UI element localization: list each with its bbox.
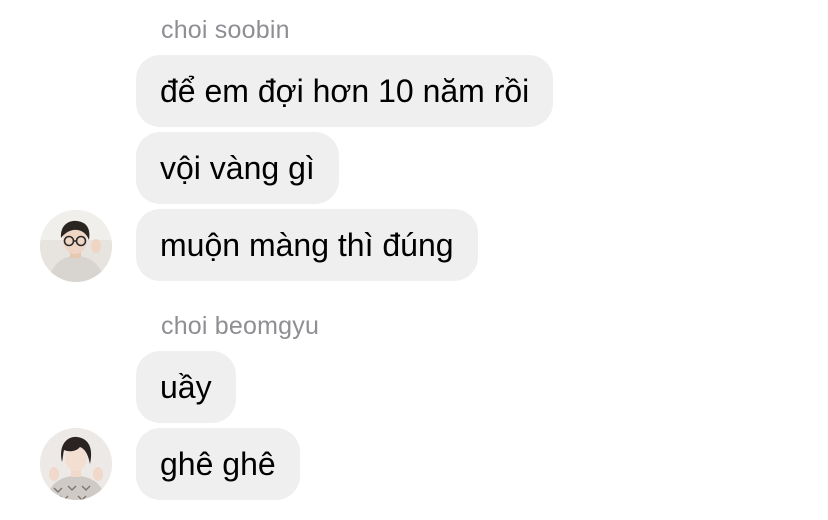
sender-name-beomgyu: choi beomgyu <box>161 312 320 340</box>
message-bubble[interactable]: ghê ghê <box>136 428 300 500</box>
avatar-beomgyu[interactable] <box>40 428 112 500</box>
sender-name-soobin: choi soobin <box>161 16 290 44</box>
person-photo-icon <box>40 210 112 282</box>
message-bubble[interactable]: muộn màng thì đúng <box>136 209 478 281</box>
message-bubble[interactable]: vội vàng gì <box>136 132 339 204</box>
avatar-soobin[interactable] <box>40 210 112 282</box>
message-bubble[interactable]: uầy <box>136 351 236 423</box>
person-photo-icon <box>40 428 112 500</box>
message-bubble[interactable]: để em đợi hơn 10 năm rồi <box>136 55 554 127</box>
